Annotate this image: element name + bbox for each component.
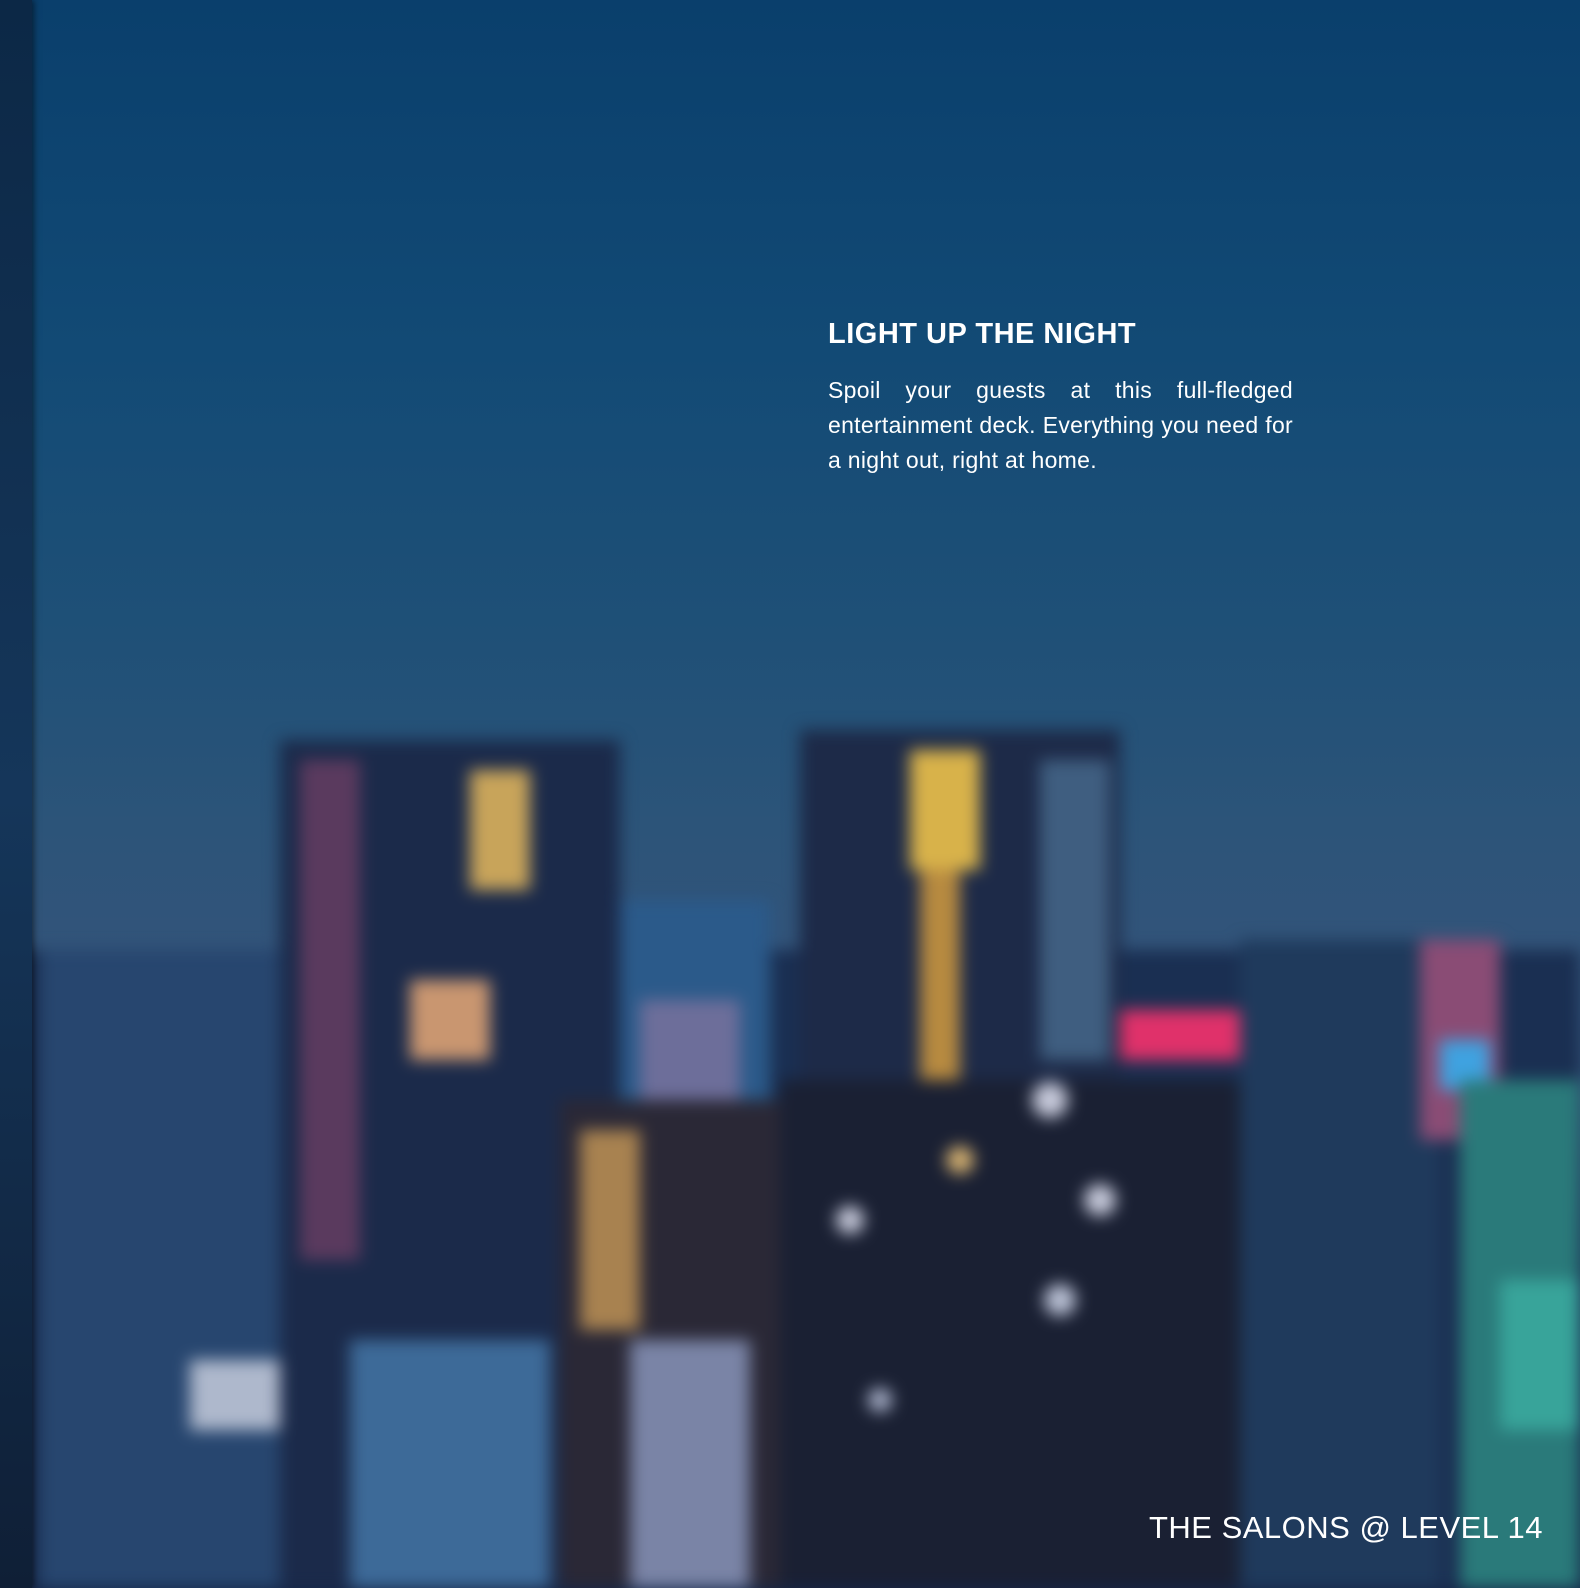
page-heading: LIGHT UP THE NIGHT xyxy=(828,318,1137,350)
intro-paragraph: Spoil your guests at this full-fledged e… xyxy=(828,377,1293,473)
brochure-page: LIGHT UP THE NIGHT Spoil your guests at … xyxy=(0,0,1580,1588)
page-spine xyxy=(0,0,32,1588)
city-skyline-image xyxy=(0,730,1580,1588)
page-footer: THE SALONS @ LEVEL 14 xyxy=(1148,1510,1543,1545)
